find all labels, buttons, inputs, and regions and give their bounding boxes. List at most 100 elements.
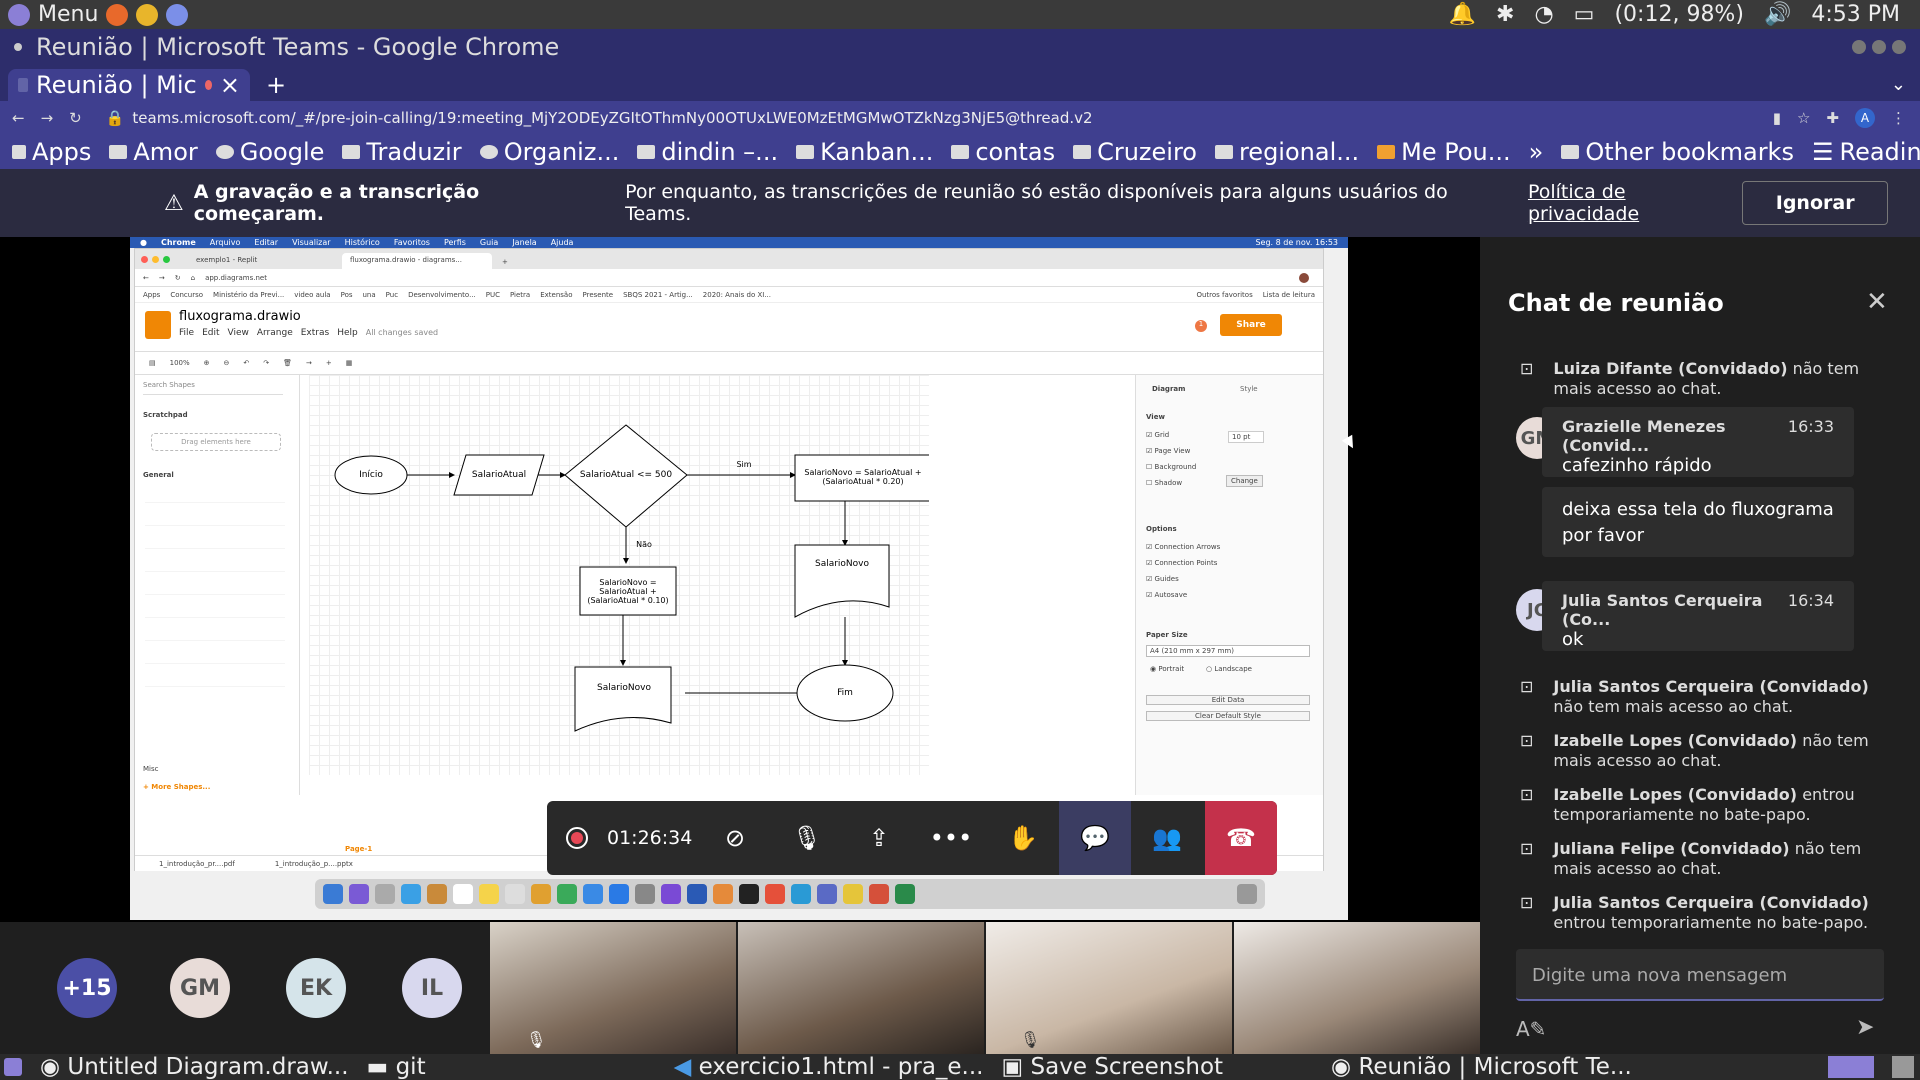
grid-size-input: 10 pt — [1228, 431, 1264, 443]
taskbar-item[interactable]: ◉ Untitled Diagram.draw... — [40, 1054, 349, 1080]
raise-hand-button[interactable]: ✋ — [987, 801, 1059, 875]
app-launcher-icon[interactable] — [166, 3, 189, 26]
chat-message[interactable]: Julia Santos Cerqueira (Co... 16:34 ok — [1542, 581, 1854, 651]
profile-avatar[interactable]: A — [1855, 108, 1875, 128]
tab-close-icon[interactable]: × — [220, 71, 240, 99]
taskbar-item[interactable]: ◉ Reunião | Microsoft Te... — [1331, 1054, 1632, 1080]
camera-icon[interactable]: ▮ — [1773, 109, 1781, 127]
people-icon: ⊡ — [1520, 893, 1534, 912]
volume-icon[interactable]: 🔊 — [1764, 2, 1791, 27]
label-nao: Não — [636, 539, 652, 549]
notification-bell-icon[interactable]: 🔔 — [1449, 2, 1476, 27]
participant-avatar[interactable]: EK — [286, 958, 346, 1018]
contacts-icon — [427, 884, 447, 904]
calendar-icon — [453, 884, 473, 904]
menu-logo-icon[interactable] — [8, 3, 30, 26]
system-menu-label[interactable]: Menu — [38, 2, 98, 27]
bluetooth-icon[interactable]: ✱ — [1496, 2, 1514, 27]
privacy-policy-link[interactable]: Política de privacidade — [1528, 181, 1742, 225]
chrome-dock-icon — [843, 884, 863, 904]
window-pin-icon — [14, 43, 22, 51]
app-icon — [791, 884, 811, 904]
bookmark-item[interactable]: Google — [215, 138, 324, 166]
leave-call-button[interactable]: ☎ — [1205, 801, 1277, 875]
chat-toggle-button[interactable]: 💬 — [1059, 801, 1131, 875]
participant-video[interactable] — [1234, 922, 1480, 1054]
ignore-button[interactable]: Ignorar — [1742, 181, 1888, 225]
bookmarks-overflow-button[interactable]: » — [1529, 138, 1544, 166]
mac-menu-item: Guia — [479, 238, 499, 247]
send-icon[interactable]: ➤ — [1856, 1015, 1874, 1040]
maximize-button[interactable] — [1872, 40, 1886, 54]
node-salario-novo-020: SalarioNovo = SalarioAtual + (SalarioAtu… — [804, 468, 922, 486]
taskbar-item[interactable]: ◀ exercicio1.html - pra_e... — [674, 1054, 984, 1080]
terminal-icon — [739, 884, 759, 904]
reading-list[interactable]: ☰Reading list — [1812, 138, 1920, 166]
camera-off-button[interactable]: ⊘ — [699, 801, 771, 875]
participants-button[interactable]: 👥 — [1131, 801, 1203, 875]
people-icon: 👥 — [1152, 824, 1182, 852]
bookmark-item[interactable]: contas — [951, 138, 1055, 166]
drawio-menu-item: Extras — [300, 328, 330, 338]
system-message-text: Juliana Felipe (Convidado) não tem mais … — [1553, 839, 1900, 879]
reload-icon[interactable]: ↻ — [69, 109, 82, 127]
bookmark-item[interactable]: Amor — [109, 138, 198, 166]
chat-message[interactable]: Grazielle Menezes (Convid... 16:33 cafezi… — [1542, 407, 1854, 477]
lock-icon: 🔒 — [105, 109, 125, 127]
participant-video[interactable]: 🎙 — [490, 922, 736, 1054]
clock[interactable]: 4:53 PM — [1811, 2, 1900, 27]
bookmark-item[interactable]: Me Pou... — [1377, 138, 1511, 166]
participant-avatar[interactable]: GM — [170, 958, 230, 1018]
battery-icon[interactable]: ▭ — [1574, 2, 1595, 27]
close-chat-icon[interactable]: ✕ — [1866, 287, 1888, 317]
new-tab-button[interactable]: + — [250, 71, 302, 101]
paper-size-title: Paper Size — [1146, 631, 1188, 639]
url-field[interactable]: 🔒 teams.microsoft.com/_#/pre-join-callin… — [98, 104, 1757, 132]
workspace-indicator[interactable] — [1828, 1056, 1874, 1078]
bookmark-item[interactable]: Kanban... — [796, 138, 933, 166]
taskbar-item[interactable]: ▣ Save Screenshot — [1002, 1054, 1224, 1080]
show-desktop-icon[interactable] — [4, 1058, 22, 1076]
bookmark-item[interactable]: Cruzeiro — [1073, 138, 1197, 166]
close-window-button[interactable] — [1892, 40, 1906, 54]
trash-taskbar-icon[interactable] — [1892, 1056, 1914, 1078]
bookmark-favicon-icon — [637, 145, 656, 159]
format-icon[interactable]: A✎ — [1516, 1017, 1546, 1041]
browser-tab-teams[interactable]: Reunião | Mic × — [8, 69, 250, 101]
bookmark-item[interactable]: dindin –... — [637, 138, 778, 166]
chrome-icon[interactable] — [136, 3, 159, 26]
mic-off-button[interactable]: 🎙 — [771, 801, 843, 875]
message-input[interactable]: Digite uma nova mensagem — [1516, 949, 1884, 1001]
chrome-menu-icon[interactable]: ⋮ — [1891, 109, 1920, 127]
tab-search-chevron-icon[interactable]: ⌄ — [1891, 74, 1920, 101]
message-body: cafezinho rápido — [1562, 455, 1712, 476]
bookmark-label: Amor — [133, 138, 198, 166]
chat-message[interactable]: deixa essa tela do fluxograma por favor — [1542, 487, 1854, 557]
participant-video[interactable] — [738, 922, 984, 1054]
share-screen-button[interactable]: ⇪ — [843, 801, 915, 875]
drawio-menu-item: Arrange — [256, 328, 293, 338]
bookmark-apps[interactable]: Apps — [12, 138, 91, 166]
participant-video[interactable]: 🎙 — [986, 922, 1232, 1054]
minimize-button[interactable] — [1852, 40, 1866, 54]
more-actions-button[interactable]: ••• — [915, 801, 987, 875]
bookmark-item[interactable]: Organiz... — [479, 138, 619, 166]
extensions-icon[interactable]: ✚ — [1826, 109, 1839, 127]
firefox-icon[interactable] — [106, 3, 129, 26]
bookmark-item[interactable]: regional... — [1214, 138, 1359, 166]
node-salario-atual: SalarioAtual — [471, 470, 527, 480]
participant-avatar[interactable]: IL — [402, 958, 462, 1018]
mac-menu-item: Arquivo — [209, 238, 241, 247]
other-bookmarks[interactable]: Other bookmarks — [1561, 138, 1794, 166]
remote-reload-icon: ↻ — [174, 273, 181, 282]
taskbar-item[interactable]: ▬ git — [367, 1054, 426, 1080]
view-options: ☑ Grid ☑ Page View ☐ Background ☐ Shadow — [1146, 431, 1196, 487]
back-icon[interactable]: ← — [12, 109, 25, 127]
zoom-out-icon: ⊖ — [223, 359, 230, 367]
wifi-icon[interactable]: ◔ — [1534, 2, 1553, 27]
more-participants-button[interactable]: +15 — [57, 958, 117, 1018]
shape-palette — [145, 489, 285, 709]
star-icon[interactable]: ☆ — [1797, 109, 1810, 127]
forward-icon[interactable]: → — [41, 109, 54, 127]
bookmark-item[interactable]: Traduzir — [342, 138, 462, 166]
